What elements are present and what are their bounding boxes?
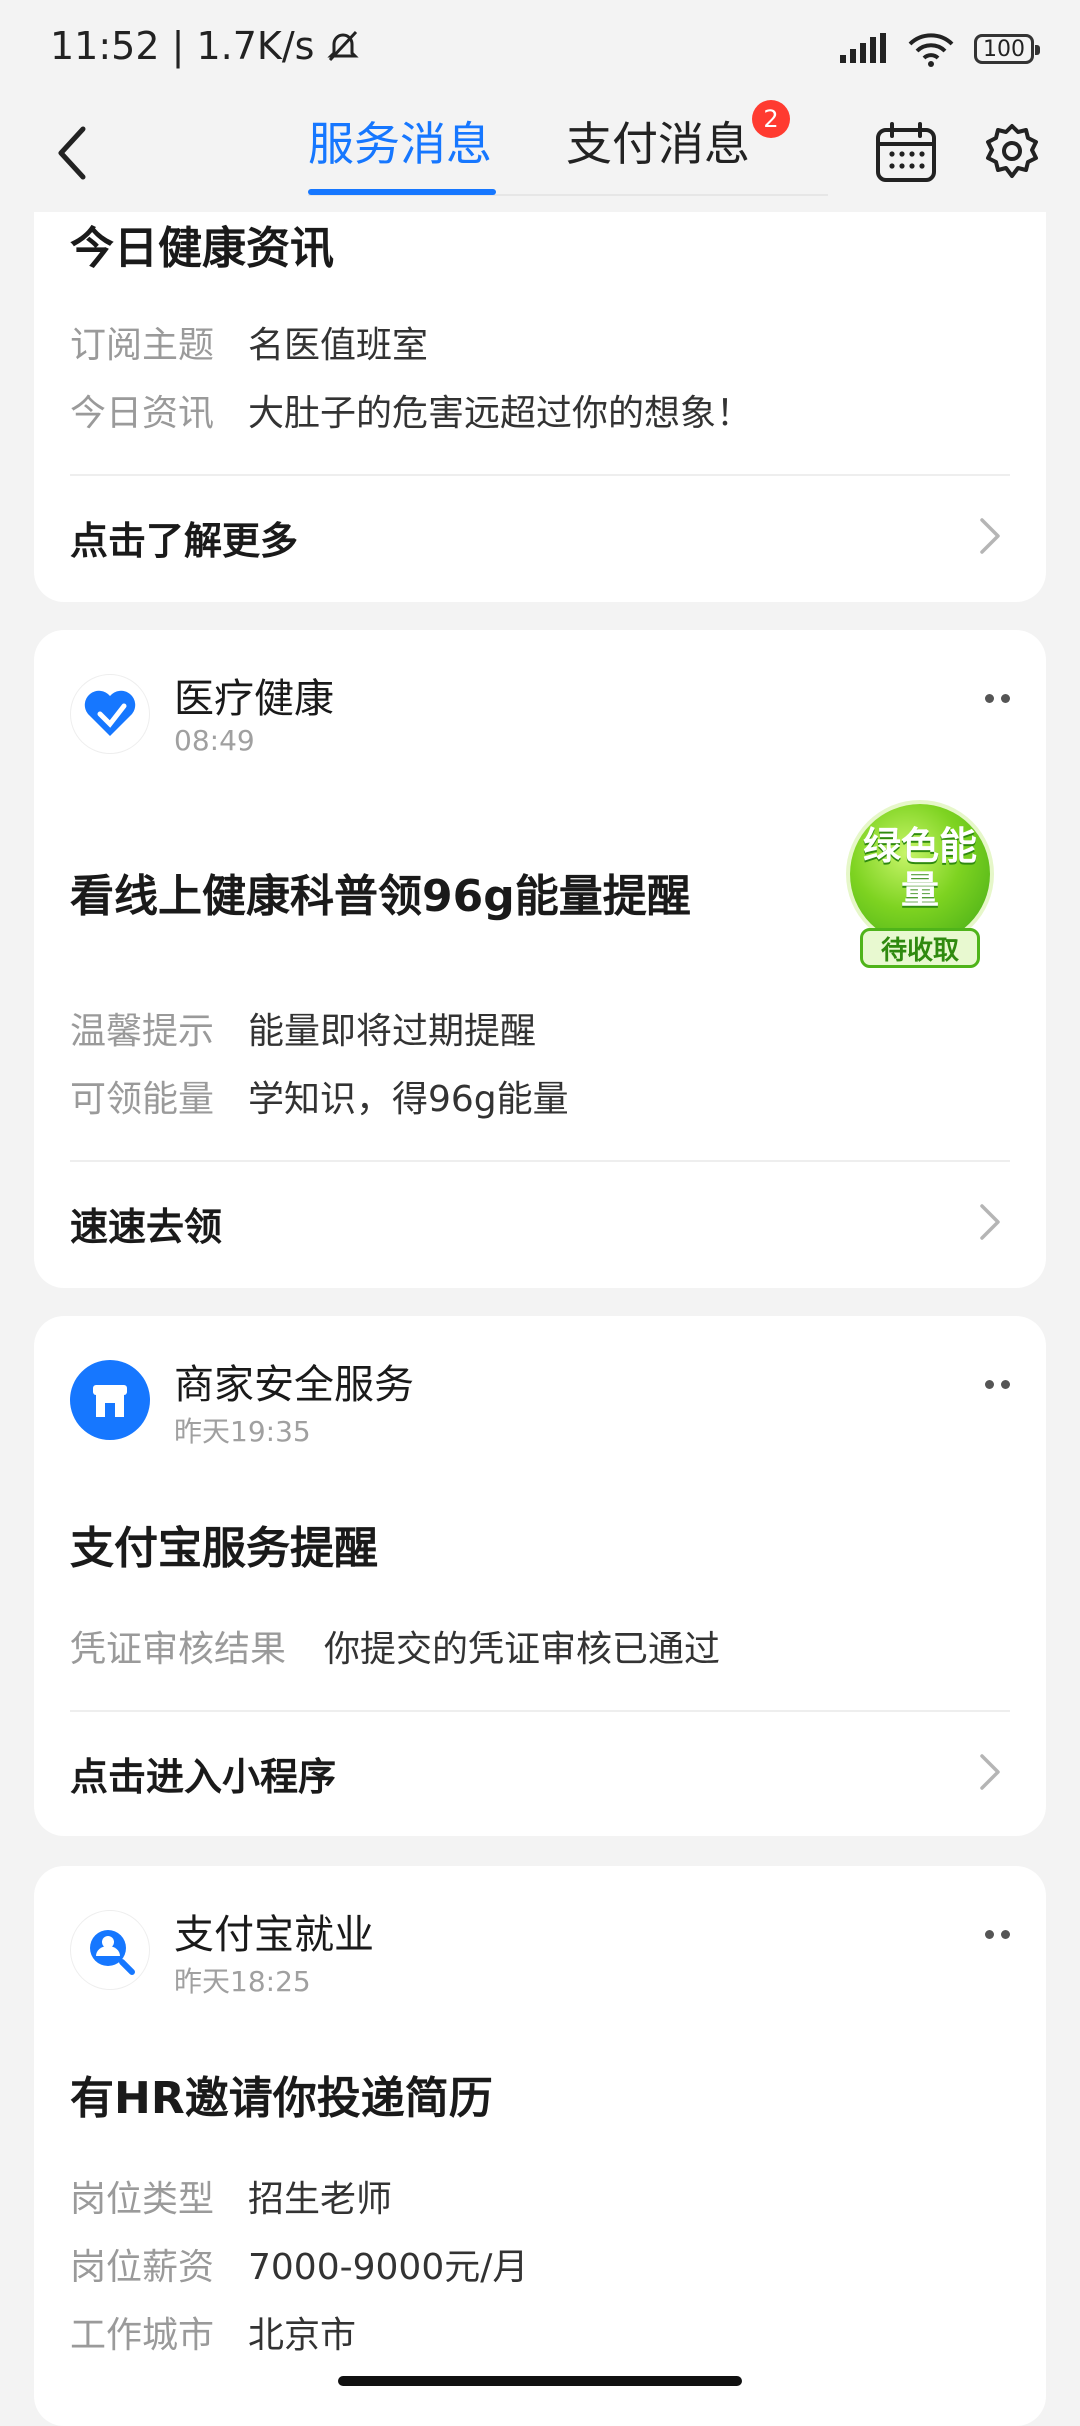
more-icon[interactable] (985, 1930, 1010, 1939)
message-time: 昨天19:35 (174, 1415, 311, 1448)
info-key: 今日资讯 (70, 393, 215, 434)
info-value: 名医值班室 (248, 325, 429, 366)
chevron-right-icon[interactable] (970, 1202, 1010, 1242)
info-value: 能量即将过期提醒 (248, 1011, 537, 1052)
tab-payment-messages[interactable]: 支付消息 (566, 108, 750, 174)
info-value: 你提交的凭证审核已通过 (324, 1629, 721, 1670)
more-icon[interactable] (985, 694, 1010, 703)
info-row: 今日资讯 大肚子的危害远超过你的想象！ (70, 384, 752, 436)
card-title: 支付宝服务提醒 (70, 1523, 378, 1574)
info-key: 工作城市 (70, 2315, 215, 2356)
claim-now-link[interactable]: 速速去领 (70, 1196, 222, 1251)
info-key: 岗位薪资 (70, 2247, 215, 2288)
card-title: 看线上健康科普领96g能量提醒 (70, 871, 691, 922)
status-bar: 11:52 | 1.7K/s 100 (0, 0, 1080, 100)
nav-bar: 服务消息 支付消息 2 (0, 100, 1080, 208)
info-value: 7000-9000元/月 (248, 2247, 529, 2288)
energy-text: 绿色能量 (862, 824, 977, 912)
service-avatar[interactable] (70, 1360, 150, 1440)
chevron-right-icon[interactable] (970, 516, 1010, 556)
info-key: 可领能量 (70, 1079, 215, 1120)
divider (70, 1710, 1010, 1712)
card-title: 有HR邀请你投递简历 (70, 2073, 493, 2124)
battery-level: 100 (983, 36, 1025, 62)
info-key: 岗位类型 (70, 2179, 215, 2220)
divider (70, 474, 1010, 476)
message-card-health-news: 今日健康资讯 订阅主题 名医值班室 今日资讯 大肚子的危害远超过你的想象！ 点击… (34, 212, 1046, 602)
mute-bell-icon (327, 30, 360, 62)
service-name[interactable]: 医疗健康 (174, 666, 334, 724)
chevron-right-icon[interactable] (970, 1752, 1010, 1792)
heart-health-icon (84, 690, 136, 736)
divider (70, 1160, 1010, 1162)
home-indicator[interactable] (338, 2376, 742, 2386)
message-card-medical: 医疗健康 08:49 看线上健康科普领96g能量提醒 绿色能量 待收取 温馨提示… (34, 630, 1046, 1288)
learn-more-link[interactable]: 点击了解更多 (70, 510, 298, 565)
back-icon (58, 126, 86, 180)
calendar-button[interactable] (868, 114, 944, 190)
tab-service-messages[interactable]: 服务消息 (308, 108, 492, 174)
info-row: 凭证审核结果 你提交的凭证审核已通过 (70, 1620, 720, 1672)
service-name[interactable]: 支付宝就业 (174, 1902, 374, 1960)
card-title: 今日健康资讯 (70, 223, 334, 274)
message-card-employment: 支付宝就业 昨天18:25 有HR邀请你投递简历 岗位类型 招生老师 岗位薪资 … (34, 1866, 1046, 2426)
energy-tag: 待收取 (860, 928, 980, 968)
service-avatar[interactable] (70, 674, 150, 754)
green-energy-badge[interactable]: 绿色能量 待收取 (850, 804, 990, 974)
signal-icon (840, 33, 886, 63)
more-icon[interactable] (985, 1380, 1010, 1389)
info-value: 北京市 (248, 2315, 357, 2356)
message-time: 昨天18:25 (174, 1965, 311, 1998)
unread-badge: 2 (752, 100, 790, 138)
active-tab-indicator (308, 189, 496, 195)
open-mini-program-link[interactable]: 点击进入小程序 (70, 1746, 336, 1801)
status-right: 100 (838, 30, 1040, 68)
battery-indicator: 100 (974, 34, 1040, 64)
status-time-speed: 11:52 | 1.7K/s (50, 24, 315, 68)
shop-shield-icon (93, 1385, 127, 1417)
job-search-icon (90, 1930, 135, 1975)
info-key: 订阅主题 (70, 325, 215, 366)
calendar-icon (876, 122, 936, 182)
info-row: 订阅主题 名医值班室 (70, 316, 428, 368)
info-row: 岗位薪资 7000-9000元/月 (70, 2238, 528, 2290)
service-avatar[interactable] (70, 1910, 150, 1990)
info-row: 可领能量 学知识，得96g能量 (70, 1070, 569, 1122)
info-row: 工作城市 北京市 (70, 2306, 356, 2358)
info-row: 岗位类型 招生老师 (70, 2170, 392, 2222)
info-key: 温馨提示 (70, 1011, 215, 1052)
info-value: 招生老师 (248, 2179, 393, 2220)
info-value: 学知识，得96g能量 (248, 1079, 569, 1120)
message-time: 08:49 (174, 724, 255, 757)
back-button[interactable] (38, 118, 108, 188)
service-name[interactable]: 商家安全服务 (174, 1352, 414, 1410)
status-left: 11:52 | 1.7K/s (50, 24, 362, 68)
message-card-merchant-security: 商家安全服务 昨天19:35 支付宝服务提醒 凭证审核结果 你提交的凭证审核已通… (34, 1316, 1046, 1836)
settings-icon (986, 124, 1038, 178)
info-value: 大肚子的危害远超过你的想象！ (248, 393, 753, 434)
info-key: 凭证审核结果 (70, 1629, 287, 1670)
wifi-icon (908, 33, 954, 67)
settings-button[interactable] (974, 114, 1050, 190)
info-row: 温馨提示 能量即将过期提醒 (70, 1002, 536, 1054)
